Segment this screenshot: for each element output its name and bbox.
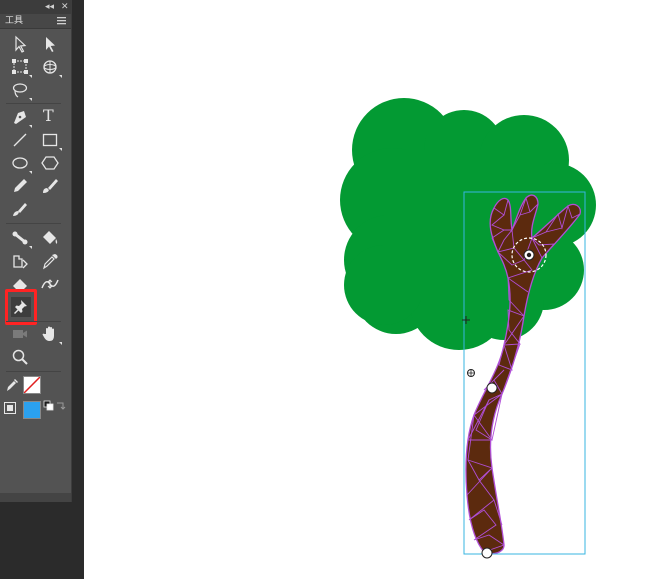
collapse-panel-icon[interactable]: ◂◂: [45, 1, 54, 13]
paint-brush-tool-icon: [13, 203, 27, 216]
polystar-tool-icon: [41, 156, 59, 170]
oval-tool-icon: [12, 157, 28, 169]
stage-canvas[interactable]: [84, 0, 652, 579]
camera-tool[interactable]: [10, 324, 30, 344]
swap-colors-button[interactable]: [43, 399, 67, 413]
pencil-tool-icon: [14, 179, 27, 192]
submenu-indicator-icon: [59, 148, 62, 151]
panel-menu-icon[interactable]: [57, 17, 66, 25]
registration-point-icon[interactable]: [467, 369, 475, 377]
pen-tool[interactable]: [10, 107, 32, 128]
hand-tool[interactable]: [40, 324, 62, 345]
line-tool[interactable]: [10, 130, 30, 150]
3d-rotation-tool-icon: [43, 60, 57, 74]
submenu-indicator-icon: [29, 246, 32, 249]
selection-tool[interactable]: [10, 34, 30, 54]
line-tool-icon: [13, 133, 27, 147]
rectangle-tool-icon: [42, 133, 58, 147]
oval-tool[interactable]: [10, 153, 32, 174]
width-tool[interactable]: [40, 274, 60, 294]
selection-tool-icon: [15, 35, 27, 53]
text-tool-icon: T: [43, 106, 54, 125]
panel-topbar: ◂◂ ✕: [0, 0, 71, 14]
hand-tool-icon: [42, 326, 54, 341]
submenu-indicator-icon: [59, 75, 62, 78]
tool-group-divider: [6, 321, 61, 322]
3d-rotation-tool[interactable]: [40, 57, 62, 78]
paint-bucket-tool[interactable]: [40, 228, 60, 248]
submenu-indicator-icon: [29, 75, 32, 78]
tools-panel: ◂◂ ✕ 工具 T: [0, 0, 72, 502]
brush-tool-icon: [43, 179, 58, 193]
lasso-tool[interactable]: [10, 80, 32, 101]
selected-tool-highlight: [5, 289, 37, 325]
panel-title: 工具: [5, 16, 24, 26]
no-color-slash-icon: [24, 377, 40, 393]
rectangle-tool[interactable]: [40, 130, 62, 151]
tool-group-divider: [6, 103, 61, 104]
ink-bottle-tool[interactable]: [10, 251, 30, 271]
eyedropper-tool[interactable]: [40, 251, 60, 271]
free-transform-tool[interactable]: [10, 57, 32, 78]
zoom-tool-icon: [12, 349, 28, 365]
submenu-indicator-icon: [59, 342, 62, 345]
submenu-indicator-icon: [29, 171, 32, 174]
paint-bucket-tool-icon: [43, 231, 58, 244]
warp-pin[interactable]: [481, 547, 493, 559]
fill-color-swatch[interactable]: [23, 401, 41, 419]
ink-bottle-tool-icon: [13, 255, 28, 269]
submenu-indicator-icon: [29, 98, 32, 101]
swap-default-colors-icon: [43, 400, 66, 411]
fill-color-icon: [7, 405, 13, 411]
subselection-tool[interactable]: [40, 34, 60, 54]
bone-tool-icon: [12, 231, 28, 245]
warp-pin[interactable]: [486, 382, 498, 394]
stroke-color-icon: [7, 379, 18, 391]
panel-header: 工具: [0, 14, 71, 29]
text-tool[interactable]: T: [40, 106, 60, 127]
stroke-color-tool: [4, 377, 20, 393]
polystar-tool[interactable]: [40, 153, 60, 173]
tool-group-divider: [6, 371, 61, 372]
width-tool-icon: [41, 279, 59, 289]
submenu-indicator-icon: [29, 125, 32, 128]
bone-tool[interactable]: [10, 228, 32, 249]
panel-bottom-bar: [0, 493, 71, 502]
pen-tool-icon: [14, 111, 26, 124]
close-panel-icon[interactable]: ✕: [61, 1, 69, 13]
tool-group-divider: [6, 223, 61, 224]
stroke-color-swatch[interactable]: [23, 376, 41, 394]
fill-color-tool: [4, 402, 16, 414]
pencil-tool[interactable]: [10, 176, 30, 196]
brush-tool[interactable]: [40, 176, 60, 196]
subselection-tool-icon: [46, 37, 55, 52]
free-transform-tool-icon: [12, 59, 28, 74]
paint-brush-tool[interactable]: [10, 199, 30, 219]
eyedropper-tool-icon: [43, 254, 58, 270]
zoom-tool[interactable]: [10, 347, 30, 367]
lasso-tool-icon: [12, 83, 28, 98]
camera-tool-icon: [13, 330, 27, 338]
